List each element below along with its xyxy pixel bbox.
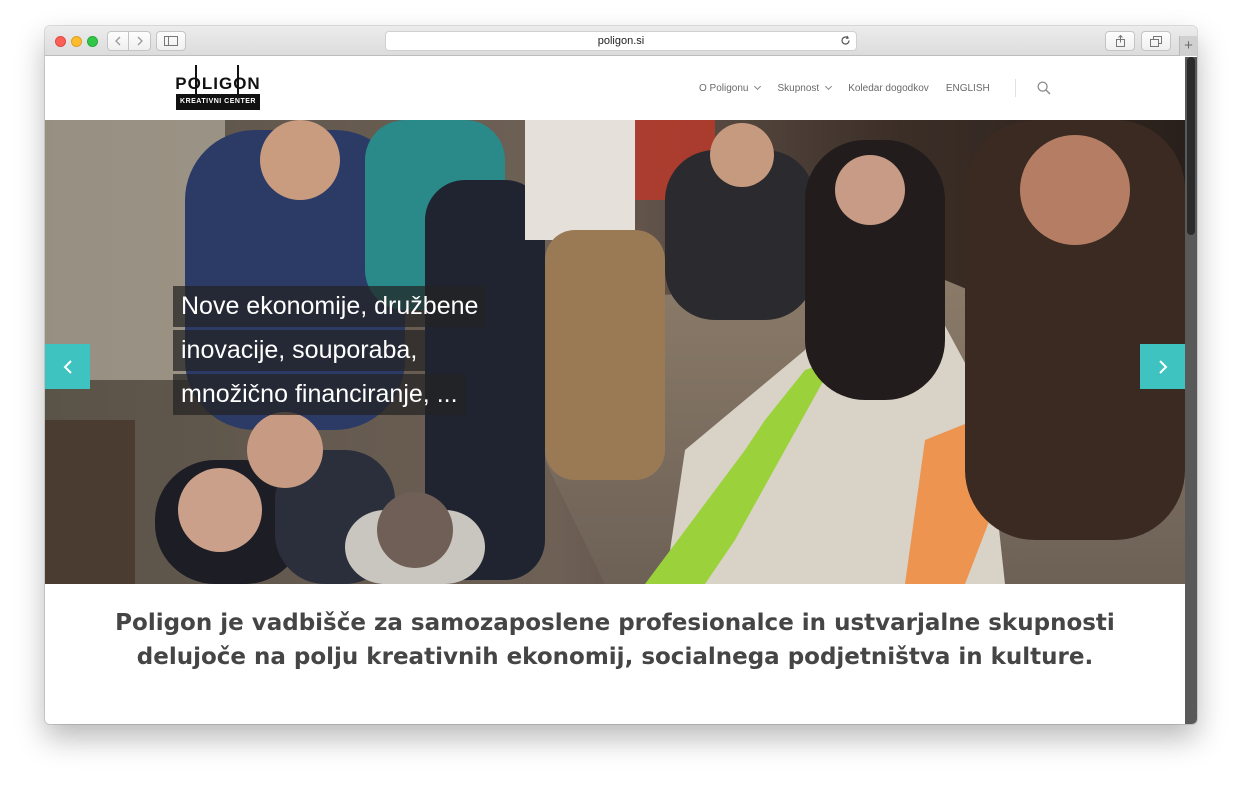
page-scrollbar[interactable]	[1185, 57, 1197, 724]
hero-caption-line: Nove ekonomije, družbene	[173, 286, 487, 327]
zoom-window-button[interactable]	[87, 36, 98, 47]
nav-item-skupnost[interactable]: Skupnost	[777, 82, 833, 94]
chevron-right-icon	[1158, 359, 1167, 374]
scrollbar-thumb[interactable]	[1187, 57, 1195, 235]
nav-item-english[interactable]: ENGLISH	[946, 83, 990, 94]
forward-button[interactable]	[129, 31, 151, 51]
url-text: poligon.si	[597, 35, 645, 47]
nav-divider	[1015, 79, 1016, 97]
close-window-button[interactable]	[55, 36, 66, 47]
nav-item-label: O Poligonu	[699, 82, 749, 94]
chevron-left-icon	[115, 36, 121, 46]
slider-prev-button[interactable]	[45, 344, 90, 389]
chevron-down-icon	[825, 82, 833, 91]
search-icon[interactable]	[1037, 81, 1051, 95]
intro-tagline: Poligon je vadbišče za samozaposlene pro…	[45, 606, 1185, 674]
chevron-down-icon	[754, 82, 762, 91]
logo-word: POLIGON	[175, 74, 261, 93]
main-nav: O Poligonu Skupnost Koledar dogodkov ENG…	[699, 80, 1007, 96]
back-button[interactable]	[107, 31, 129, 51]
nav-item-label: ENGLISH	[945, 82, 990, 94]
hero-caption-line: množično financiranje, ...	[173, 374, 466, 415]
sidebar-toggle-button[interactable]	[156, 31, 186, 51]
slider-next-button[interactable]	[1140, 344, 1185, 389]
logo-subtitle: KREATIVNI CENTER	[176, 94, 260, 110]
hero-caption: Nove ekonomije, družbene inovacije, soup…	[173, 286, 487, 418]
nav-item-label: Skupnost	[777, 82, 820, 94]
nav-item-koledar-dogodkov[interactable]: Koledar dogodkov	[848, 83, 929, 94]
share-icon	[1115, 35, 1125, 47]
site-header: POLIGON KREATIVNI CENTER O Poligonu Skup…	[45, 57, 1185, 120]
minimize-window-button[interactable]	[71, 36, 82, 47]
tagline-line: delujoče na polju kreativnih ekonomij, s…	[136, 644, 1094, 670]
sidebar-icon	[164, 36, 178, 46]
share-button[interactable]	[1105, 31, 1135, 51]
tagline-line: Poligon je vadbišče za samozaposlene pro…	[115, 610, 1115, 636]
tab-overview-button[interactable]	[1141, 31, 1171, 51]
address-bar[interactable]: poligon.si	[385, 31, 857, 51]
web-page: POLIGON KREATIVNI CENTER O Poligonu Skup…	[45, 57, 1185, 724]
browser-toolbar: poligon.si	[45, 26, 1197, 56]
nav-item-label: Koledar dogodkov	[848, 82, 929, 94]
tabs-icon	[1150, 35, 1162, 47]
hero-caption-line: inovacije, souporaba,	[173, 330, 426, 371]
poligon-logo[interactable]: POLIGON KREATIVNI CENTER	[175, 65, 261, 111]
reload-icon[interactable]	[840, 35, 851, 46]
hero-slider: Nove ekonomije, družbene inovacije, soup…	[45, 120, 1185, 584]
chevron-left-icon	[63, 359, 72, 374]
new-tab-button[interactable]: +	[1179, 36, 1197, 56]
chevron-right-icon	[137, 36, 143, 46]
nav-item-o-poligonu[interactable]: O Poligonu	[699, 82, 762, 94]
browser-window: poligon.si + POLIGON KREATIVNI CENTER O …	[45, 26, 1197, 724]
